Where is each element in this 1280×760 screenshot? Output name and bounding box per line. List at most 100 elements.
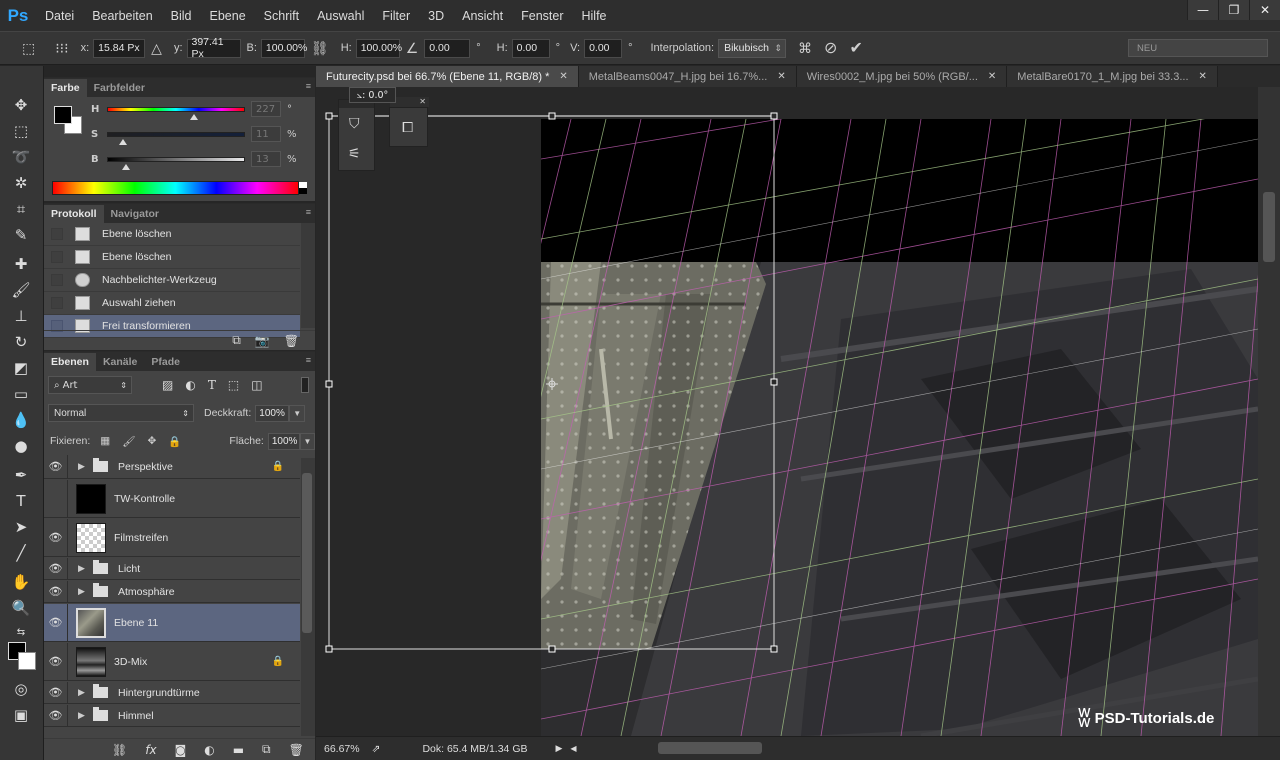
delete-layer-icon[interactable]: 🗑 <box>289 743 304 757</box>
menu-auswahl[interactable]: Auswahl <box>308 9 373 23</box>
lasso-tool-icon[interactable]: ➰ <box>8 146 34 168</box>
expand-arrow-icon[interactable]: ▶ <box>78 586 90 597</box>
path-select-icon[interactable]: ➤ <box>8 516 34 538</box>
trash-icon[interactable]: 🗑 <box>284 334 299 348</box>
layer-row-filmstreifen[interactable]: 👁 Filmstreifen <box>44 519 300 557</box>
panel-menu-icon[interactable]: ≡ <box>306 355 311 365</box>
layer-row-licht[interactable]: 👁 ▶ Licht <box>44 558 300 580</box>
saturation-thumb[interactable] <box>118 138 127 145</box>
history-snapshot-checkbox[interactable] <box>51 251 63 263</box>
screen-mode-icon[interactable]: ▣ <box>8 704 34 726</box>
expand-arrow-icon[interactable]: ▶ <box>78 687 90 698</box>
type-filter-icon[interactable]: T <box>208 378 216 392</box>
visibility-eye-icon[interactable]: 👁 <box>44 682 68 703</box>
history-snapshot-checkbox[interactable] <box>51 274 63 286</box>
x-field[interactable]: 15.84 Px <box>93 38 146 58</box>
canvas-scroll-thumb-horizontal[interactable] <box>658 742 762 754</box>
workspace-select[interactable]: NEU <box>1128 39 1268 57</box>
y-field[interactable]: 397.41 Px <box>186 36 241 60</box>
eyedropper-icon[interactable]: ✎ <box>8 224 34 246</box>
close-icon[interactable]: ✕ <box>1199 71 1207 82</box>
brush-settings-icon[interactable]: ⚟ <box>348 146 361 162</box>
link-layers-icon[interactable]: ⛓ <box>112 743 127 757</box>
lock-pixels-icon[interactable]: 🖌 <box>122 435 135 448</box>
tab-ebenen[interactable]: Ebenen <box>44 353 96 371</box>
lock-transparency-icon[interactable]: ▦ <box>100 435 110 447</box>
menu-bearbeiten[interactable]: Bearbeiten <box>83 9 161 23</box>
menu-ebene[interactable]: Ebene <box>201 9 255 23</box>
dodge-tool-icon[interactable]: ● <box>8 435 34 457</box>
doc-tab-wires[interactable]: Wires0002_M.jpg bei 50% (RGB/... ✕ <box>796 66 1008 87</box>
opacity-dropdown-icon[interactable]: ▼ <box>289 404 306 422</box>
eraser-tool-icon[interactable]: ◩ <box>8 357 34 379</box>
layer-row-tw-kontrolle[interactable]: 👁 TW-Kontrolle <box>44 480 300 518</box>
history-item[interactable]: Nachbelichter-Werkzeug <box>44 269 300 292</box>
marquee-tool-icon[interactable]: ⬚ <box>8 120 34 142</box>
layer-row-himmel[interactable]: 👁 ▶ Himmel <box>44 705 300 727</box>
tab-farbfelder[interactable]: Farbfelder <box>87 79 152 97</box>
tab-farbe[interactable]: Farbe <box>44 79 87 97</box>
minimize-button[interactable]: — <box>1187 0 1218 20</box>
shape-filter-icon[interactable]: ⬚ <box>228 378 239 392</box>
history-item[interactable]: Auswahl ziehen <box>44 292 300 315</box>
tab-protokoll[interactable]: Protokoll <box>44 205 104 223</box>
new-document-from-state-icon[interactable]: ⧉ <box>232 333 241 348</box>
color-spectrum[interactable] <box>52 181 307 195</box>
layer-row-ebene-11[interactable]: 👁 Ebene 11 <box>44 604 300 642</box>
canvas-scroll-thumb[interactable] <box>1263 192 1275 262</box>
lock-all-icon[interactable]: 🔒 <box>168 435 181 448</box>
layer-row-atmosphaere[interactable]: 👁 ▶ Atmosphäre <box>44 581 300 603</box>
blend-mode-select[interactable]: Normal ⇕ <box>48 404 194 422</box>
vskew-field[interactable]: 0.00 <box>584 38 623 58</box>
brush-tool-icon[interactable]: 🖌 <box>8 279 34 301</box>
history-item[interactable]: Ebene löschen <box>44 223 300 246</box>
opacity-field[interactable]: 100% <box>255 404 290 422</box>
canvas-area[interactable]: ⛉ ⚟ ✕ ⧠ <box>316 87 1258 736</box>
menu-filter[interactable]: Filter <box>373 9 419 23</box>
filter-toggle[interactable] <box>301 377 309 393</box>
canvas-scrollbar-vertical[interactable] <box>1258 87 1280 736</box>
panel-menu-icon[interactable]: ≡ <box>306 81 311 91</box>
hue-thumb[interactable] <box>189 113 198 120</box>
hskew-field[interactable]: 0.00 <box>511 38 550 58</box>
close-icon[interactable]: ✕ <box>559 71 567 82</box>
layer-row-3d-mix[interactable]: 👁 3D-Mix 🔒 <box>44 643 300 681</box>
type-tool-icon[interactable]: T <box>8 490 34 512</box>
scroll-left-icon[interactable]: ◀ <box>570 744 576 753</box>
crop-tool-icon[interactable]: ⌗ <box>8 198 34 220</box>
zoom-tool-icon[interactable]: 🔍 <box>8 597 34 619</box>
restore-button[interactable]: ❐ <box>1218 0 1249 20</box>
menu-ansicht[interactable]: Ansicht <box>453 9 512 23</box>
visibility-eye-icon[interactable]: 👁 <box>44 581 68 602</box>
line-tool-icon[interactable]: ╱ <box>8 542 34 564</box>
healing-brush-icon[interactable]: ✚ <box>8 253 34 275</box>
tab-navigator[interactable]: Navigator <box>104 205 166 223</box>
visibility-eye-icon[interactable]: 👁 <box>44 604 68 641</box>
layer-filter-select[interactable]: ⌕ Art ⇕ <box>48 376 132 394</box>
close-icon[interactable]: ✕ <box>988 71 996 82</box>
menu-bild[interactable]: Bild <box>162 9 201 23</box>
layers-scroll-thumb[interactable] <box>302 473 312 633</box>
lock-position-icon[interactable]: ✥ <box>148 435 157 447</box>
quick-mask-icon[interactable]: ◎ <box>8 678 34 700</box>
tab-kanaele[interactable]: Kanäle <box>96 353 144 371</box>
width-field[interactable]: 100.00% <box>260 38 307 58</box>
clone-source-icon[interactable]: ⧠ <box>402 120 413 136</box>
hand-tool-icon[interactable]: ✋ <box>8 571 34 593</box>
history-item[interactable]: Ebene löschen <box>44 246 300 269</box>
brightness-value[interactable]: 13 <box>251 151 281 167</box>
layer-row-perspektive[interactable]: 👁 ▶ Perspektive 🔒 <box>44 455 300 479</box>
layer-row-hintergrundtuerme[interactable]: 👁 ▶ Hintergrundtürme <box>44 682 300 704</box>
brightness-track[interactable] <box>107 156 245 170</box>
fill-dropdown-icon[interactable]: ▼ <box>299 432 315 450</box>
zoom-level[interactable]: 66.67% <box>324 743 360 755</box>
menu-3d[interactable]: 3D <box>419 9 453 23</box>
history-scrollbar[interactable] <box>301 223 315 328</box>
doc-tab-metalbeams[interactable]: MetalBeams0047_H.jpg bei 16.7%... ✕ <box>578 66 797 87</box>
menu-hilfe[interactable]: Hilfe <box>573 9 616 23</box>
transform-tool-icon[interactable]: ⬚ <box>22 40 35 57</box>
visibility-eye-icon[interactable]: 👁 <box>44 480 68 517</box>
magic-wand-icon[interactable]: ✲ <box>8 172 34 194</box>
visibility-eye-icon[interactable]: 👁 <box>44 643 68 680</box>
new-group-icon[interactable]: ▬ <box>233 743 244 757</box>
